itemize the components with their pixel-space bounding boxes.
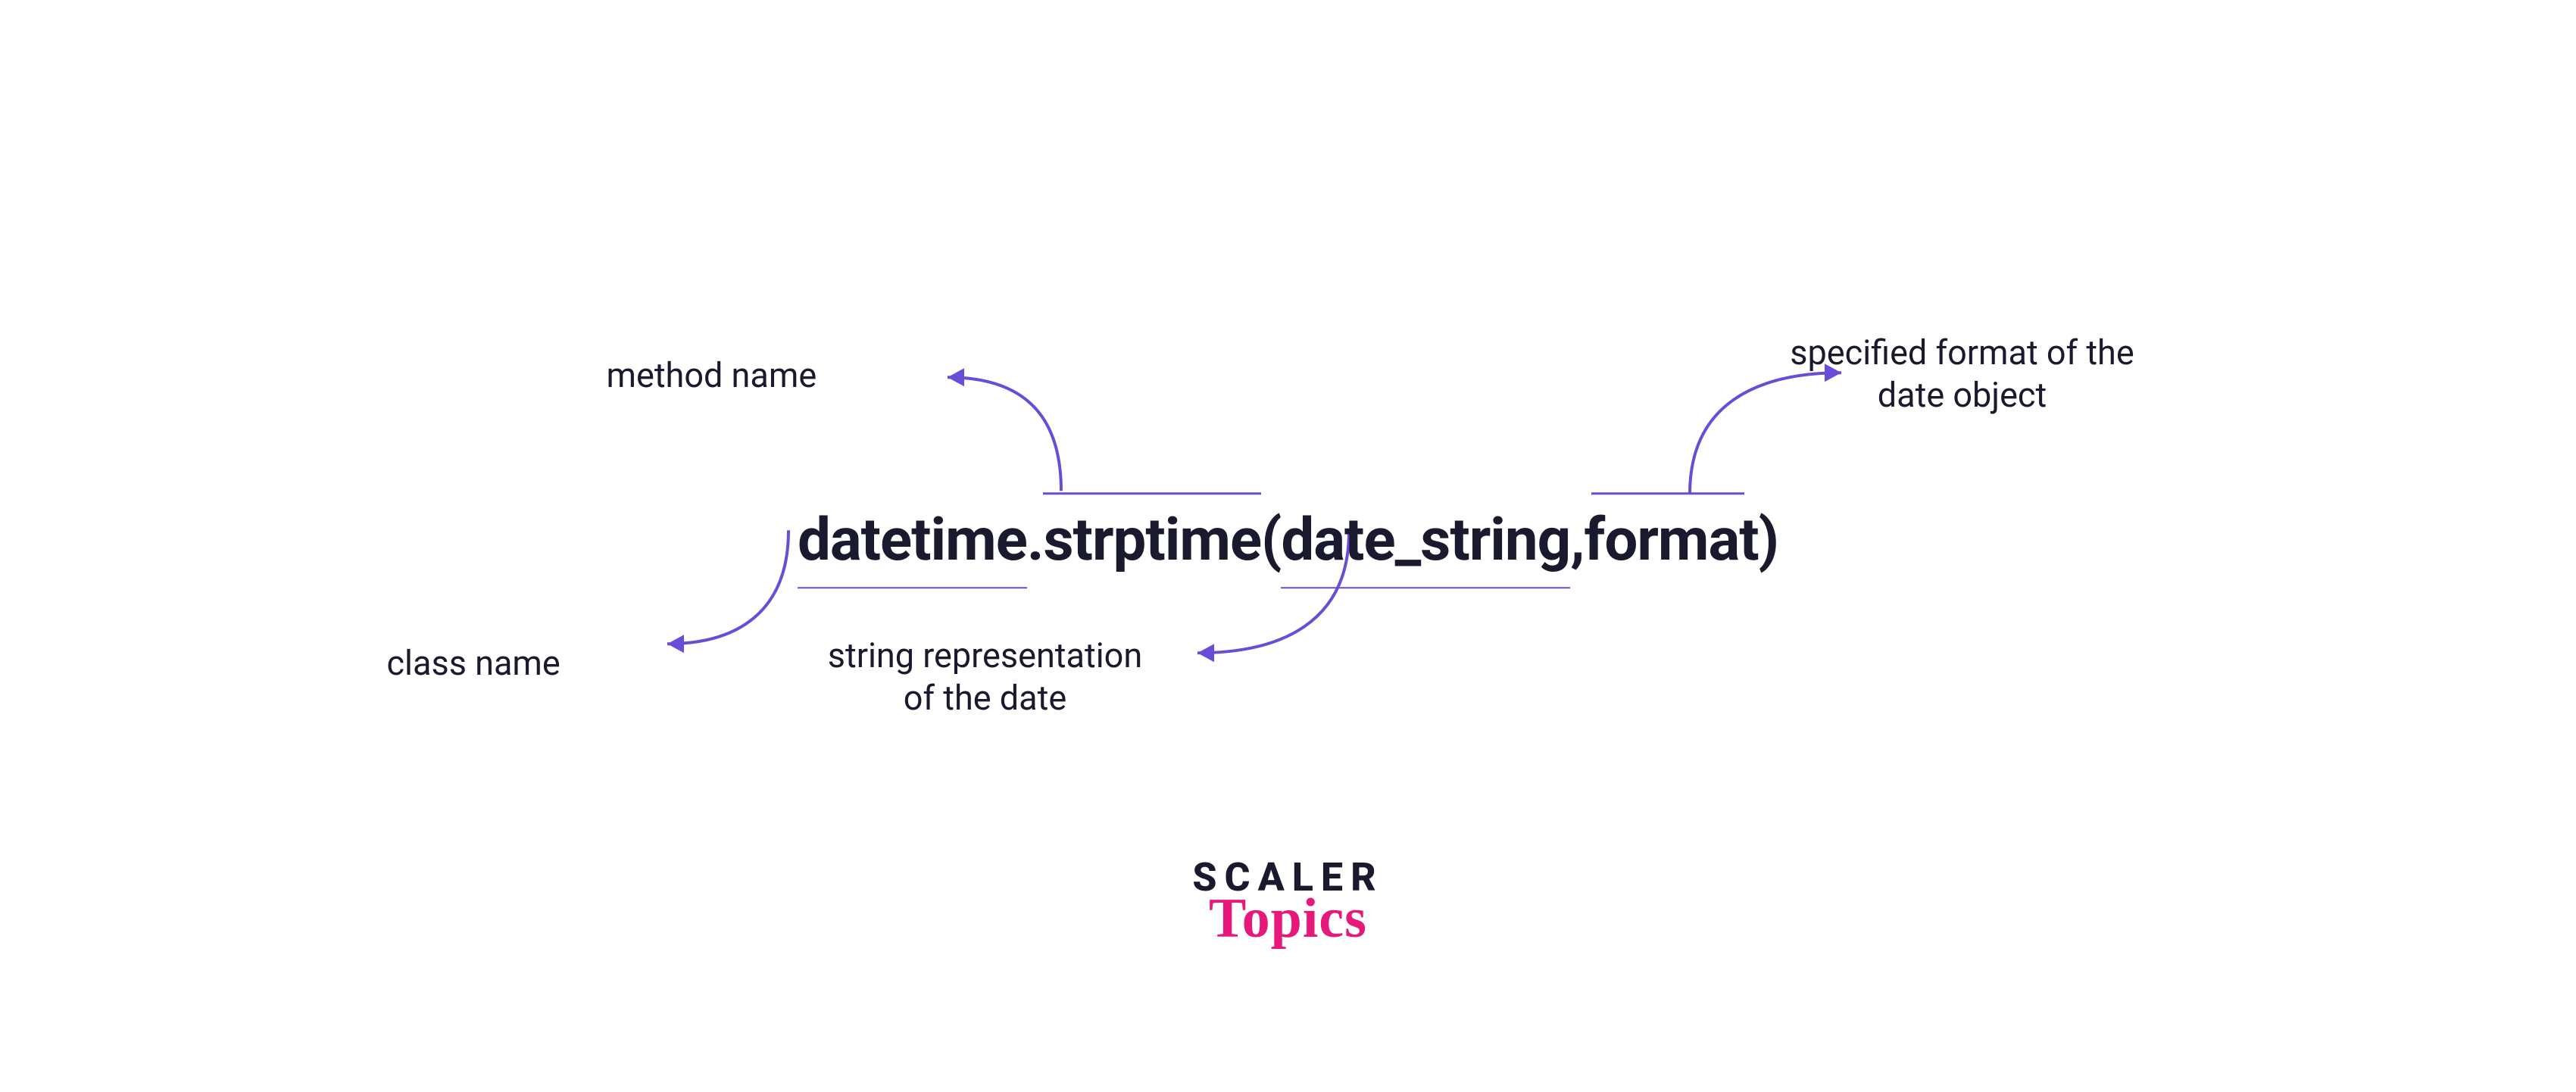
code-token-arg1-text: date_string bbox=[1281, 506, 1570, 575]
label-method-name: method name bbox=[607, 354, 817, 397]
underline-class bbox=[798, 587, 1027, 589]
code-token-class-text: datetime bbox=[798, 506, 1027, 575]
underline-arg1 bbox=[1281, 587, 1570, 589]
code-token-dot: . bbox=[1027, 506, 1044, 575]
code-token-comma: , bbox=[1570, 506, 1584, 575]
code-token-method-text: strptime bbox=[1043, 506, 1261, 575]
label-date-string: string representation of the date bbox=[819, 635, 1152, 720]
code-token-arg2-text: format bbox=[1584, 506, 1758, 575]
arrow-class-icon bbox=[645, 530, 811, 659]
arrow-method-icon bbox=[925, 362, 1091, 491]
overline-method bbox=[1043, 492, 1261, 495]
code-token-class: datetime bbox=[798, 506, 1027, 575]
code-token-close: ) bbox=[1759, 506, 1778, 575]
logo-line2: Topics bbox=[1192, 887, 1383, 951]
code-expression: datetime . strptime ( date_string , form… bbox=[798, 506, 1778, 575]
code-token-arg2: format bbox=[1584, 506, 1758, 575]
diagram-stage: method name specified format of the date… bbox=[417, 506, 2159, 575]
code-token-open: ( bbox=[1261, 506, 1281, 575]
label-class-name: class name bbox=[387, 642, 560, 685]
overline-arg2 bbox=[1591, 492, 1745, 495]
code-token-method: strptime bbox=[1043, 506, 1261, 575]
logo: SCALER Topics bbox=[1192, 854, 1383, 951]
code-token-arg1: date_string bbox=[1281, 506, 1570, 575]
arrow-format-icon bbox=[1660, 350, 1856, 494]
